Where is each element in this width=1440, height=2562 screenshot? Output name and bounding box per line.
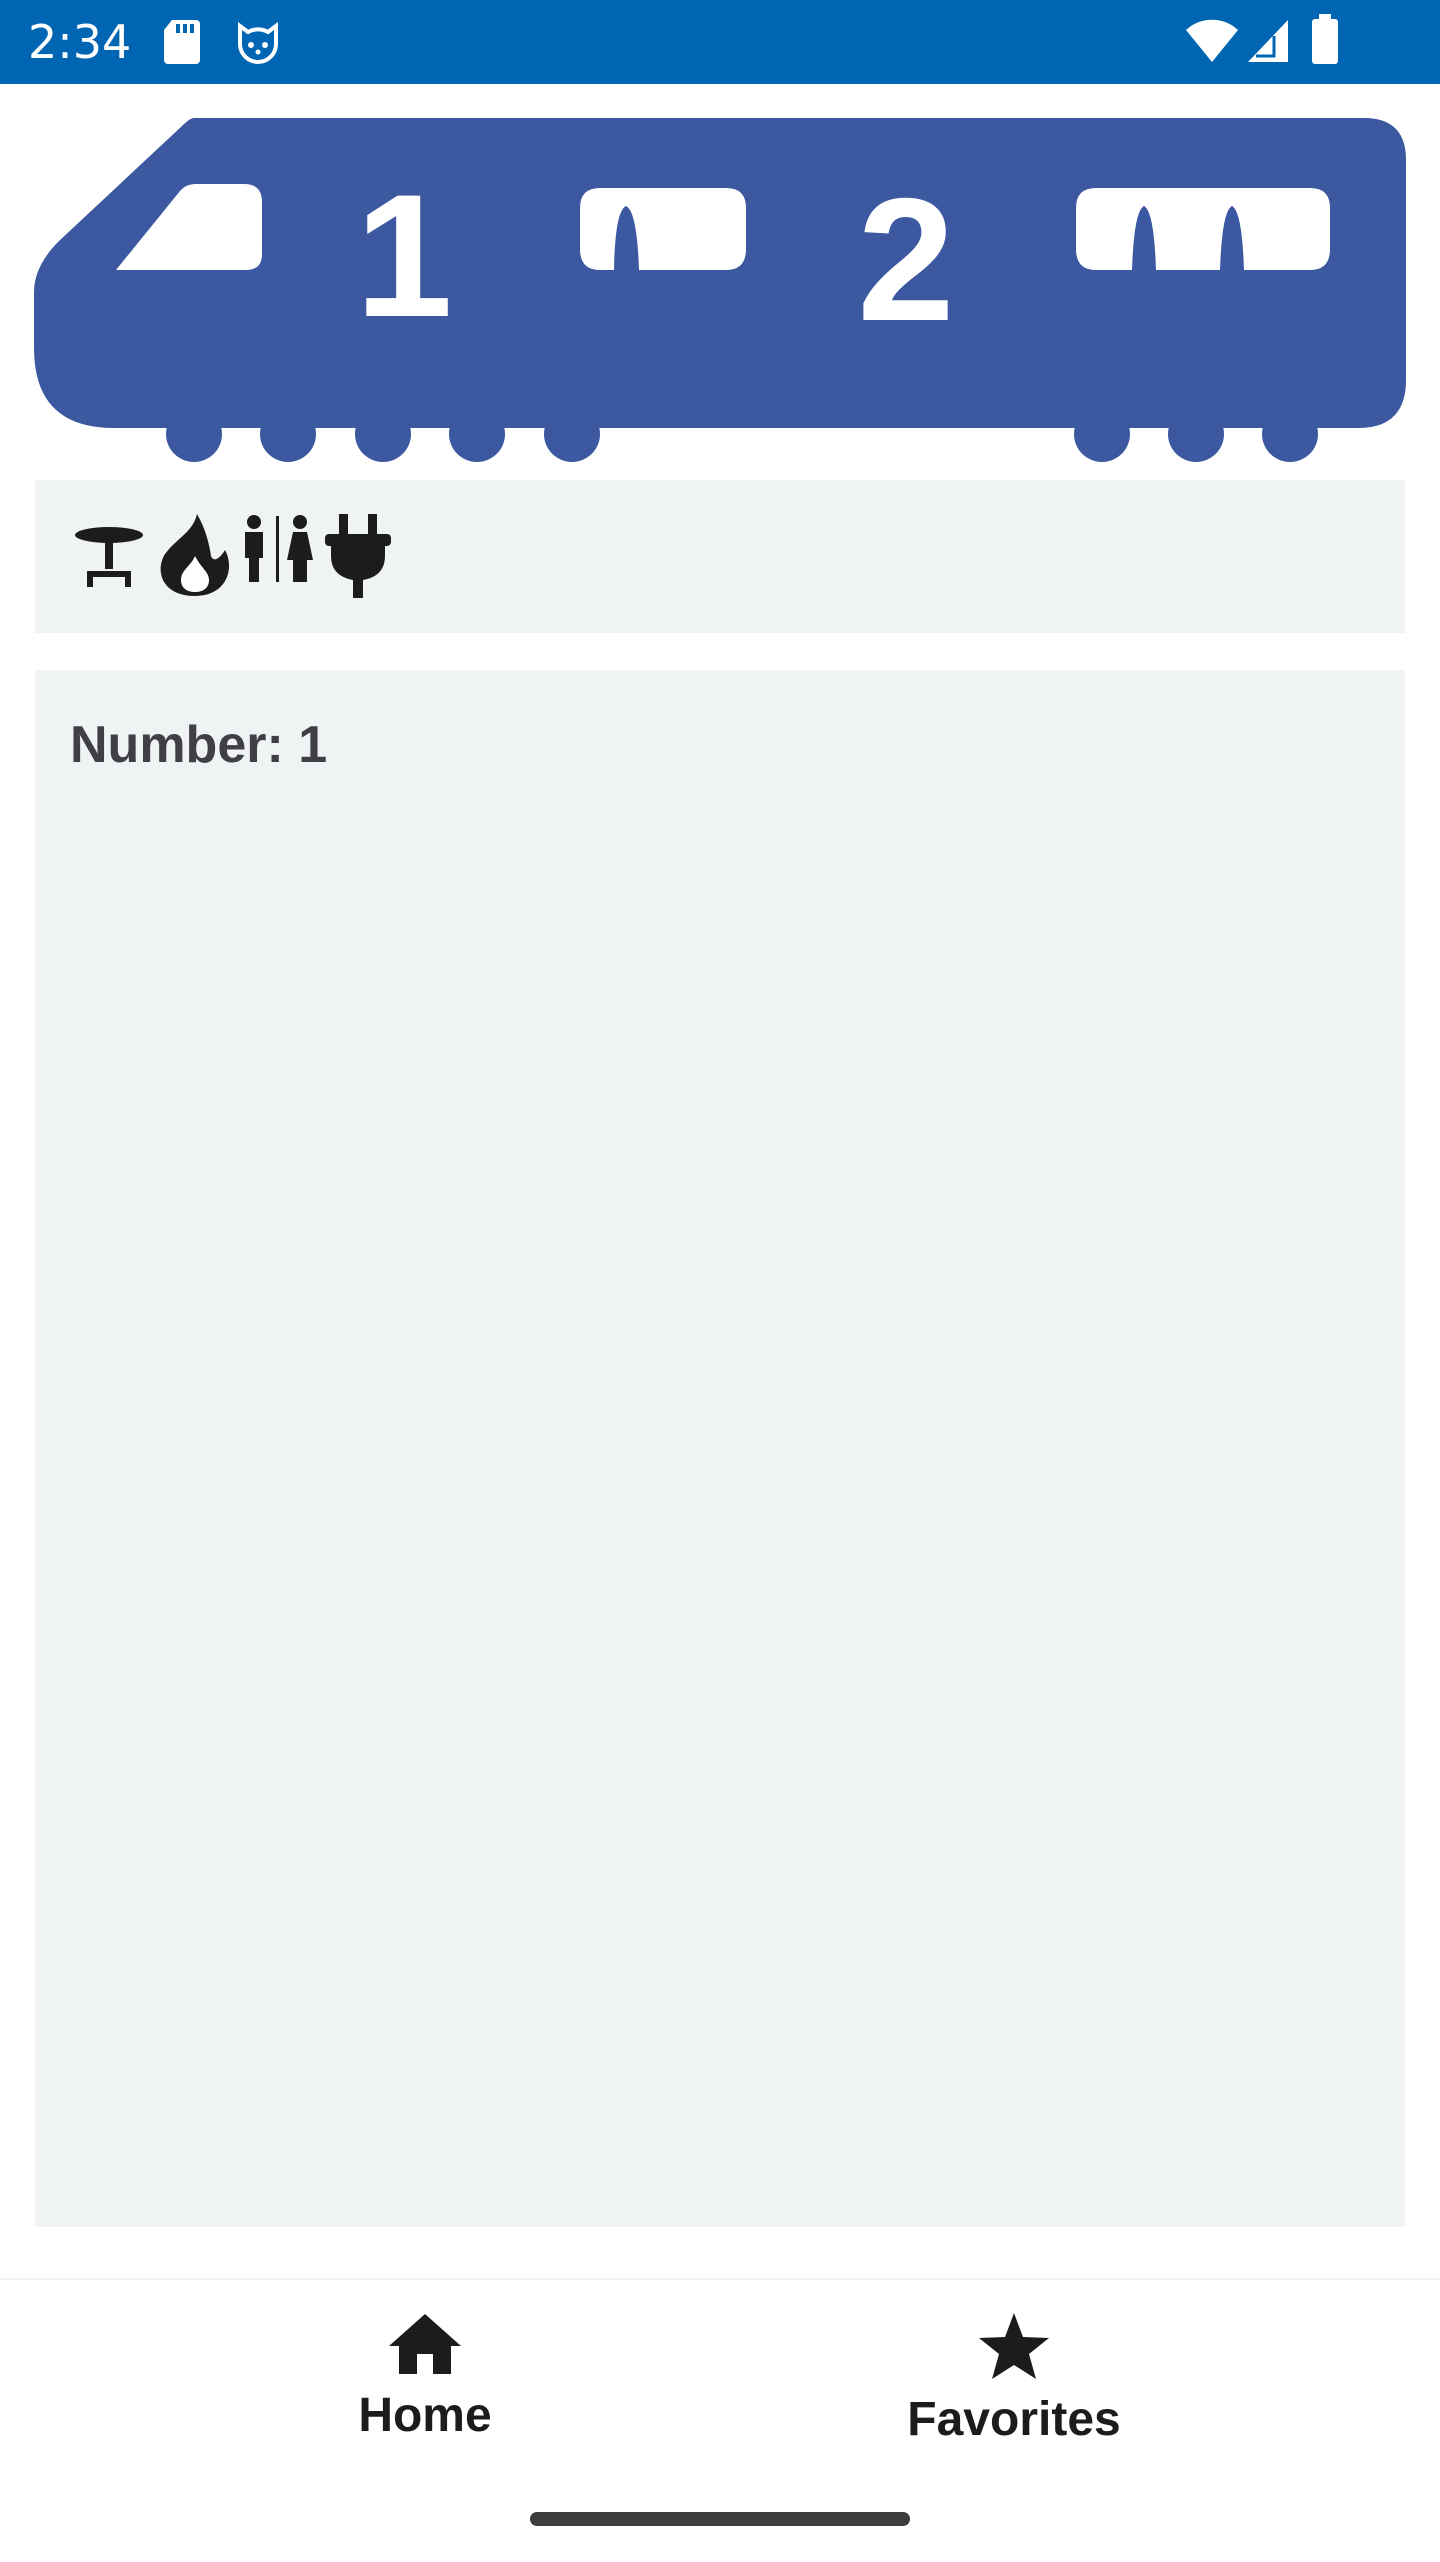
nav-label-favorites: Favorites	[907, 2393, 1121, 2446]
sd-card-icon	[164, 20, 200, 64]
battery-icon	[1312, 14, 1338, 64]
amenities-panel	[35, 480, 1405, 633]
cat-face-icon	[238, 22, 278, 64]
train-icon	[34, 118, 1406, 462]
train-number-label: Number: 1	[70, 716, 328, 774]
nav-label-home: Home	[358, 2389, 492, 2442]
details-panel: Number: 1	[35, 670, 1405, 2227]
wifi-icon	[1186, 19, 1238, 62]
power-plug-icon	[325, 514, 391, 598]
nav-item-favorites[interactable]: Favorites	[814, 2312, 1214, 2482]
first-class-number: 1	[355, 159, 452, 354]
second-class-number: 2	[857, 163, 954, 358]
gesture-home-indicator[interactable]	[530, 2512, 910, 2526]
fire-icon	[160, 514, 230, 596]
toilets-icon	[245, 515, 313, 582]
restaurant-table-icon	[75, 527, 143, 587]
home-icon	[389, 2314, 461, 2374]
nav-item-home[interactable]: Home	[225, 2312, 625, 2482]
status-bar: 2:34	[0, 0, 1440, 84]
train-banner: 1 2	[34, 118, 1406, 462]
status-time: 2:34	[28, 15, 132, 69]
cell-signal-icon	[1248, 20, 1288, 62]
star-icon	[979, 2313, 1049, 2379]
